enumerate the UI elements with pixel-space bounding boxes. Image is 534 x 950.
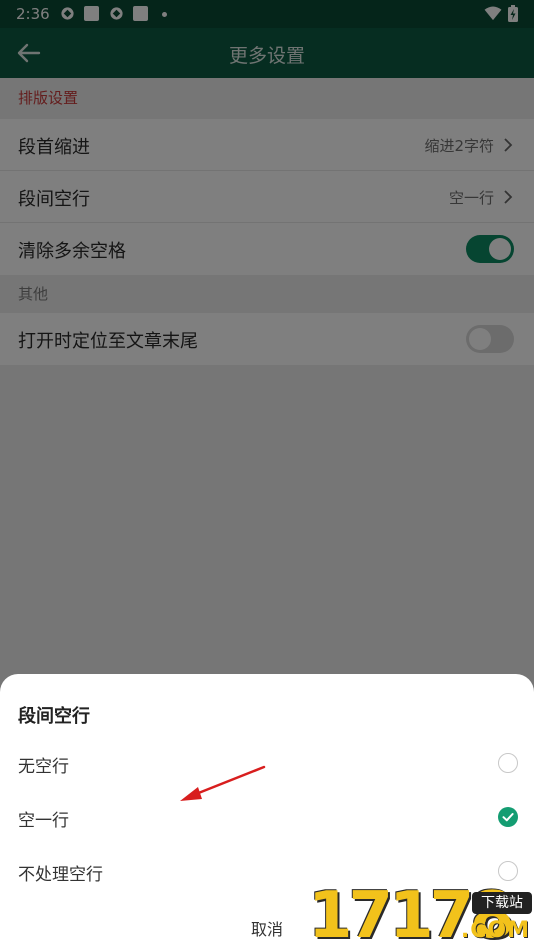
sheet-title: 段间空行 bbox=[18, 706, 90, 727]
option-label: 空一行 bbox=[18, 811, 69, 831]
radio-unchecked-icon[interactable] bbox=[498, 861, 518, 881]
watermark-suffix: .COM bbox=[460, 918, 530, 943]
option-label: 不处理空行 bbox=[18, 865, 103, 885]
radio-checked-icon[interactable] bbox=[498, 807, 518, 827]
option-no-blank-line[interactable]: 无空行 bbox=[0, 738, 534, 790]
option-one-blank-line[interactable]: 空一行 bbox=[0, 792, 534, 844]
site-watermark: 17178 下载站 .COM bbox=[308, 882, 534, 950]
option-label: 无空行 bbox=[18, 757, 69, 777]
watermark-badge: 下载站 bbox=[472, 892, 532, 914]
radio-unchecked-icon[interactable] bbox=[498, 753, 518, 773]
